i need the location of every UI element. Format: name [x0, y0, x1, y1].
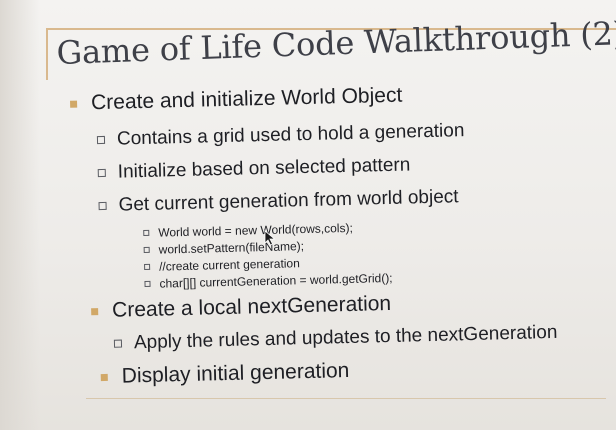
bullet-item-2: Contains a grid used to hold a generatio… — [96, 120, 465, 151]
code-text: //create current generation — [158, 256, 300, 274]
bullet-text: Create and initialize World Object — [90, 83, 403, 115]
code-text: World world = new World(rows,cols); — [158, 220, 353, 240]
hollow-square-bullet-icon — [96, 135, 106, 145]
slide: Game of Life Code Walkthrough (2) Create… — [0, 0, 616, 430]
footer-rule — [86, 398, 606, 399]
code-line-2: world.setPattern(fileName); — [143, 239, 305, 257]
square-bullet-icon — [91, 307, 99, 315]
bullet-item-6: Apply the rules and updates to the nextG… — [113, 321, 558, 355]
bullet-item-3: Initialize based on selected pattern — [97, 154, 411, 184]
bullet-item-5: Create a local nextGeneration — [91, 292, 391, 323]
square-bullet-icon — [100, 373, 108, 381]
code-line-4: char[][] currentGeneration = world.getGr… — [144, 270, 393, 291]
slide-content: Create and initialize World Object Conta… — [0, 0, 616, 430]
bullet-text: Display initial generation — [121, 359, 350, 388]
bullet-text: Create a local nextGeneration — [111, 291, 392, 322]
small-hollow-bullet-icon — [144, 280, 151, 287]
bullet-text: Contains a grid used to hold a generatio… — [116, 120, 465, 150]
code-line-3: //create current generation — [144, 256, 300, 274]
code-text: world.setPattern(fileName); — [158, 239, 305, 257]
mouse-pointer-icon — [264, 230, 276, 246]
bullet-text: Initialize based on selected pattern — [117, 154, 411, 183]
bullet-item-7: Display initial generation — [100, 359, 350, 389]
square-bullet-icon — [70, 100, 78, 108]
small-hollow-bullet-icon — [143, 246, 150, 253]
code-text: char[][] currentGeneration = world.getGr… — [159, 270, 393, 291]
hollow-square-bullet-icon — [113, 339, 123, 348]
small-hollow-bullet-icon — [144, 263, 151, 270]
bullet-item-4: Get current generation from world object — [98, 186, 459, 217]
small-hollow-bullet-icon — [143, 229, 150, 237]
code-line-1: World world = new World(rows,cols); — [143, 221, 353, 240]
hollow-square-bullet-icon — [98, 201, 107, 211]
bullet-item-1: Create and initialize World Object — [70, 84, 403, 116]
hollow-square-bullet-icon — [97, 168, 106, 178]
bullet-text: Apply the rules and updates to the nextG… — [133, 321, 558, 354]
bullet-text: Get current generation from world object — [118, 186, 459, 216]
